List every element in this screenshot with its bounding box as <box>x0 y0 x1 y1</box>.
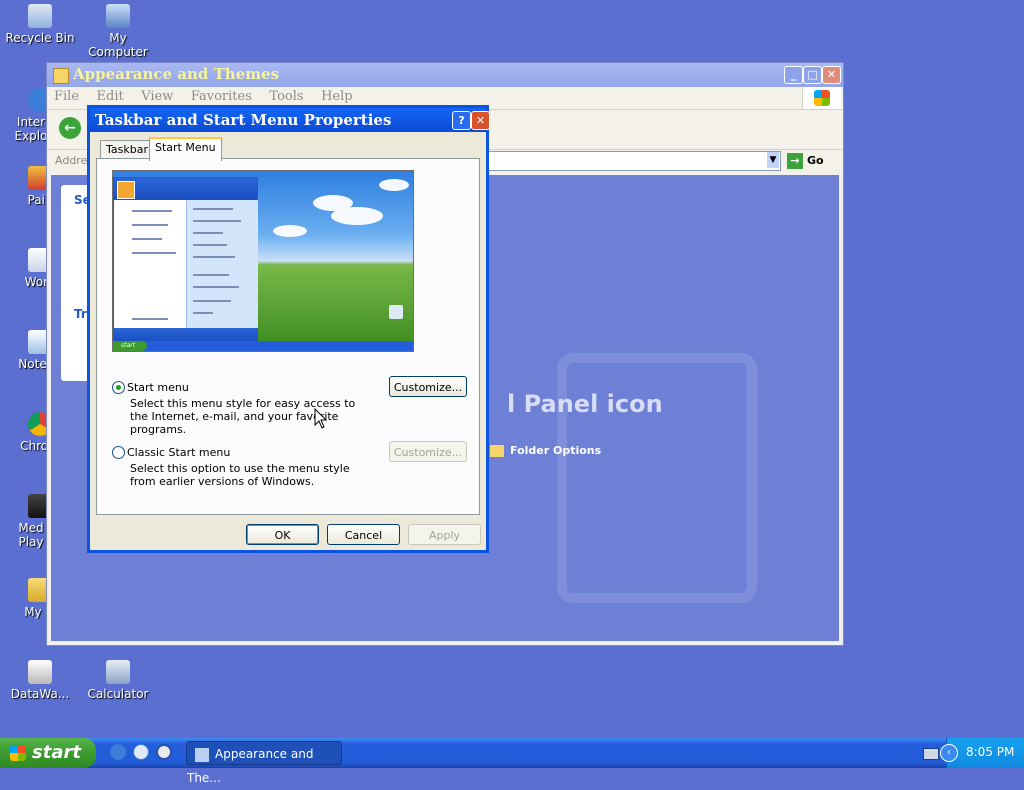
preview-menu-item <box>193 208 233 210</box>
taskbar-item-appearance-themes[interactable]: Appearance and The... <box>186 741 342 785</box>
maximize-button[interactable]: □ <box>803 66 822 84</box>
preview-menu-item <box>132 318 168 320</box>
minimize-button[interactable]: _ <box>784 66 803 84</box>
taskbar-start-menu-dialog: Taskbar and Start Menu Properties ? ✕ Ta… <box>87 105 490 553</box>
classic-start-menu-option-description: Select this option to use the menu style… <box>130 462 350 488</box>
start-menu-preview-image: start <box>112 170 414 352</box>
preview-menu-item <box>193 244 227 246</box>
keyboard-icon[interactable] <box>923 748 939 760</box>
desktop-icon-label: Med Play <box>18 521 44 549</box>
preview-menu-item <box>193 312 213 314</box>
my-computer-icon <box>106 4 130 28</box>
pick-control-panel-heading: l Panel icon <box>507 390 663 418</box>
desktop-icon-label: Inter Explo <box>14 115 48 143</box>
menu-favorites[interactable]: Favorites <box>184 87 259 106</box>
close-button[interactable]: ✕ <box>822 66 841 84</box>
control-panel-icon <box>195 747 209 762</box>
desktop-icon-label: My Computer <box>88 31 148 59</box>
cloud-shape <box>273 225 307 237</box>
clock[interactable]: 8:05 PM <box>966 745 1014 759</box>
help-button[interactable]: ? <box>452 111 471 130</box>
show-hidden-icons-chevron-icon[interactable]: ‹ <box>940 744 958 762</box>
start-menu-radio[interactable] <box>112 381 125 394</box>
desktop-icon-label: Recycle Bin <box>5 31 75 45</box>
go-button[interactable]: → Go <box>787 151 843 171</box>
mouse-pointer-icon <box>314 408 328 429</box>
go-label: Go <box>807 154 824 167</box>
quicklaunch-media-icon[interactable] <box>156 744 172 760</box>
preview-start-button: start <box>113 341 147 351</box>
preview-menu-item <box>193 232 223 234</box>
start-label: start <box>32 742 81 763</box>
windows-logo-icon <box>802 87 841 109</box>
menu-help[interactable]: Help <box>314 87 360 106</box>
menu-view[interactable]: View <box>134 87 180 106</box>
preview-menu-header <box>114 178 257 200</box>
menu-file[interactable]: File <box>47 87 86 106</box>
preview-start-menu <box>113 177 258 343</box>
classic-start-menu-option-label[interactable]: Classic Start menu <box>127 446 230 459</box>
preview-menu-left <box>114 200 186 328</box>
datawarehouse-icon <box>28 660 52 684</box>
calculator-icon <box>106 660 130 684</box>
classic-start-menu-radio[interactable] <box>112 446 125 459</box>
preview-menu-footer <box>114 328 257 342</box>
preview-menu-right <box>186 200 258 328</box>
tab-taskbar[interactable]: Taskbar <box>100 140 154 159</box>
folder-options-label: Folder Options <box>510 444 602 457</box>
start-menu-option-label[interactable]: Start menu <box>127 381 189 394</box>
preview-menu-item <box>132 224 168 226</box>
tab-start-menu[interactable]: Start Menu <box>149 137 222 161</box>
cloud-shape <box>379 179 409 191</box>
back-arrow-icon[interactable]: ← <box>59 117 81 139</box>
chevron-down-icon[interactable]: ▼ <box>767 152 779 168</box>
recycle-bin-icon <box>28 4 52 28</box>
desktop-icon-datawarehouse[interactable]: DataWa... <box>0 660 80 701</box>
menu-edit[interactable]: Edit <box>90 87 131 106</box>
apply-button: Apply <box>408 524 481 545</box>
preview-menu-item <box>193 274 229 276</box>
folder-icon <box>490 445 504 457</box>
taskbar <box>0 738 1024 768</box>
preview-recycle-bin-icon <box>389 305 403 319</box>
preview-menu-item <box>193 220 241 222</box>
preview-menu-item <box>132 238 162 240</box>
panel-title: Tr <box>74 307 87 321</box>
desktop-icon-calculator[interactable]: Calculator <box>78 660 158 701</box>
preview-menu-item <box>132 210 172 212</box>
customize-button[interactable]: Customize... <box>389 376 467 397</box>
windows-flag-icon <box>10 745 26 761</box>
start-button[interactable]: start <box>0 738 96 768</box>
desktop-icon-label: Calculator <box>87 687 149 701</box>
preview-taskbar <box>113 341 413 351</box>
preview-menu-item <box>193 256 235 258</box>
desktop-icon-my-computer[interactable]: My Computer <box>78 4 158 59</box>
cloud-shape <box>331 207 383 225</box>
dialog-title: Taskbar and Start Menu Properties <box>95 111 392 129</box>
desktop-icon-recycle-bin[interactable]: Recycle Bin <box>0 4 80 45</box>
quicklaunch-ie-icon[interactable] <box>110 744 126 760</box>
radio-selected-dot <box>116 385 121 390</box>
preview-menu-item <box>193 300 231 302</box>
folder-options-link[interactable]: Folder Options <box>490 444 601 457</box>
desktop-icon-label: DataWa... <box>10 687 70 701</box>
user-avatar-icon <box>117 181 135 199</box>
control-panel-icon <box>53 68 69 84</box>
classic-customize-button: Customize... <box>389 441 467 462</box>
quicklaunch-browser-icon[interactable] <box>133 744 149 760</box>
menu-tools[interactable]: Tools <box>262 87 310 106</box>
cancel-button[interactable]: Cancel <box>327 524 400 545</box>
go-arrow-icon: → <box>787 153 803 169</box>
ok-button[interactable]: OK <box>246 524 319 545</box>
preview-menu-item <box>132 252 176 254</box>
dialog-close-button[interactable]: ✕ <box>471 111 490 130</box>
preview-menu-item <box>193 286 239 288</box>
address-input[interactable] <box>487 151 781 171</box>
window-title: Appearance and Themes <box>73 65 280 83</box>
